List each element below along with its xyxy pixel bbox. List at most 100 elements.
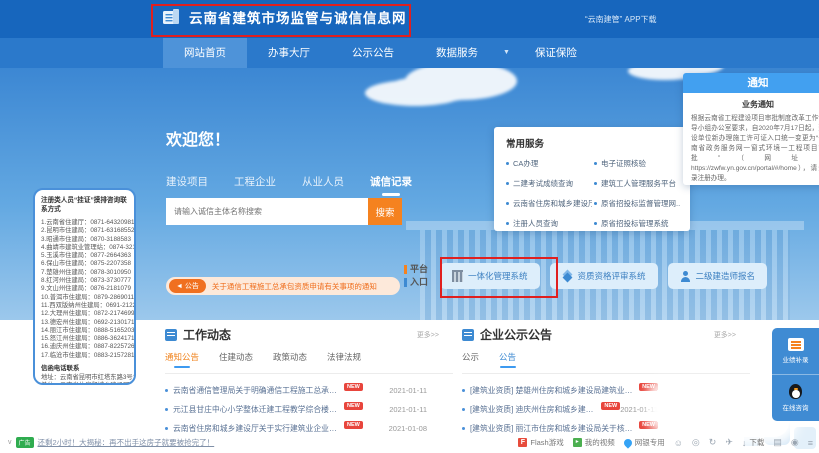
work-trends-more-link[interactable]: 更多>> bbox=[417, 330, 453, 340]
search-category-tabs: 建设项目 工程企业 从业人员 诚信记录 bbox=[166, 174, 412, 196]
constructor-registration-label: 二级建造师报名 bbox=[695, 271, 756, 281]
phone-line: 9.文山州住建局：0876-2181079 bbox=[41, 285, 131, 293]
news-title[interactable]: 云南省住房和城乡建设厅关于实行建筑业企业资质和部分从业... bbox=[173, 423, 341, 434]
news-title[interactable]: [建筑业资质] 迪庆州住房和城乡建设局关于核准第34批建筑业... bbox=[470, 404, 598, 415]
toolbar-smiley-icon[interactable]: ☺ bbox=[674, 438, 683, 448]
new-badge: NEW bbox=[344, 401, 363, 410]
nav-item-data-services[interactable]: 数据服务 bbox=[415, 38, 499, 68]
toolbar-target-icon[interactable]: ◉ bbox=[791, 437, 799, 448]
bullet-icon bbox=[165, 427, 168, 430]
nav-item-home[interactable]: 网站首页 bbox=[163, 38, 247, 68]
notice-body: 业务通知 根据云南省工程建设项目审批制度改革工作领导小组办公室要求，自2020年… bbox=[683, 93, 819, 185]
notice-text: 根据云南省工程建设项目审批制度改革工作领导小组办公室要求，自2020年7月17日… bbox=[691, 115, 819, 182]
qualification-review-system-button[interactable]: 资质资格评审系统 bbox=[549, 263, 658, 289]
phone-line: 4.曲靖市建筑业管理站：0874-3210397 bbox=[41, 243, 136, 251]
toolbar-menu-icon[interactable]: ≡ bbox=[808, 438, 813, 448]
app-download-link[interactable]: “云南建管” APP下载 bbox=[585, 14, 657, 25]
contact-card-title: 注册类人员“挂证”摸排咨询联系方式 bbox=[41, 197, 127, 213]
search-input[interactable] bbox=[166, 198, 368, 225]
blue-bar-icon bbox=[404, 278, 407, 287]
service-link-registered-personnel[interactable]: 注册人员查询 bbox=[506, 218, 592, 229]
phone-line: 17.临沧市住建局：0883-2157281 bbox=[41, 351, 135, 359]
toolbar-grid-icon[interactable]: ▤ bbox=[773, 437, 782, 448]
nav-item-announcements[interactable]: 公示公告 bbox=[331, 38, 415, 68]
contact-subtitle: 信函电话联系 bbox=[41, 365, 80, 373]
erased-watermark-patch bbox=[655, 386, 787, 426]
tab-construction-projects[interactable]: 建设项目 bbox=[166, 174, 208, 196]
nav-item-service-hall[interactable]: 办事大厅 bbox=[247, 38, 331, 68]
document-entry-icon bbox=[787, 338, 804, 351]
tab-publicity[interactable]: 公示 bbox=[462, 351, 479, 373]
work-trends-title: 工作动态 bbox=[183, 328, 232, 342]
news-title[interactable]: 云南省通信管理局关于明确通信工程施工总承包资质申请有关... bbox=[173, 385, 341, 396]
news-title[interactable]: [建筑业资质] 楚雄州住房和城乡建设局建筑业企业资质核准公... bbox=[470, 385, 636, 396]
toolbar-refresh-icon[interactable]: ↻ bbox=[709, 437, 717, 448]
tab-credit-records[interactable]: 诚信记录 bbox=[370, 174, 412, 196]
flash-games-label: Flash游戏 bbox=[530, 438, 564, 447]
service-link-elicense[interactable]: 电子证照核验 bbox=[594, 158, 680, 169]
qq-penguin-icon bbox=[789, 384, 802, 399]
tab-policy-trends[interactable]: 政策动态 bbox=[273, 351, 307, 373]
tab-engineering-enterprises[interactable]: 工程企业 bbox=[234, 174, 276, 196]
notice-subtitle: 业务通知 bbox=[742, 100, 774, 109]
video-icon: ▸ bbox=[572, 438, 582, 447]
announcement-text[interactable]: 关于通信工程施工总承包资质申请有关事项的通知 bbox=[212, 281, 377, 292]
phone-line: 6.保山市住建局：0875-2207358 bbox=[41, 260, 131, 268]
tab-practitioners[interactable]: 从业人员 bbox=[302, 174, 344, 196]
toolbar-circle-icon[interactable]: ◎ bbox=[692, 437, 700, 448]
service-link-worker-platform[interactable]: 建筑工人管理服务平台 bbox=[594, 178, 680, 189]
bullet-icon bbox=[165, 389, 168, 392]
service-link-ca[interactable]: CA办理 bbox=[506, 158, 592, 169]
tab-laws[interactable]: 法律法规 bbox=[327, 351, 361, 373]
list-item[interactable]: 云南省住房和城乡建设厅关于实行建筑业企业资质和部分从业... NEW 2021-… bbox=[165, 419, 453, 438]
toolbar-plane-icon[interactable]: ✈ bbox=[725, 437, 733, 448]
site-logo[interactable]: 云南省建筑市场监管与诚信信息网 bbox=[160, 6, 407, 28]
bullet-icon bbox=[462, 408, 465, 411]
announcement-bar[interactable]: ◄ 公告 关于通信工程施工总承包资质申请有关事项的通知 bbox=[166, 277, 400, 295]
news-title[interactable]: 元江县甘庄中心小学整体迁建工程教学综合楼施工招标终止公告 bbox=[173, 404, 341, 415]
phone-line: 13.德宏州住建局：0692-2130171 bbox=[41, 318, 135, 326]
service-link-mohurd[interactable]: 云南省住房和城乡建设厅 bbox=[506, 198, 592, 209]
qualification-review-system-label: 资质资格评审系统 bbox=[577, 271, 646, 281]
performance-entry-widget[interactable]: 业绩补录 bbox=[772, 328, 819, 374]
tab-notices[interactable]: 通知公告 bbox=[165, 351, 199, 373]
online-consult-widget[interactable]: 在线咨询 bbox=[772, 374, 819, 421]
work-trends-header: 工作动态 更多>> bbox=[165, 326, 453, 343]
droplet-icon bbox=[622, 436, 634, 449]
new-badge: NEW bbox=[601, 401, 621, 410]
platform-label-line1: 平台 bbox=[410, 264, 429, 274]
download-button[interactable]: ↓ 下载 bbox=[742, 437, 765, 448]
collapse-arrow-icon[interactable]: v bbox=[8, 439, 12, 446]
my-videos-button[interactable]: ▸ 我的视频 bbox=[572, 437, 615, 448]
list-item[interactable]: 元江县甘庄中心小学整体迁建工程教学综合楼施工招标终止公告 NEW 2021-01… bbox=[165, 400, 453, 419]
ad-ticker-link[interactable]: 还剩2小时！大揭秘：再不出手这房子就要被抢完了！ bbox=[38, 437, 215, 448]
service-link-bid-supervision[interactable]: 原省招投标监督管理网.. bbox=[594, 198, 680, 209]
integrated-management-system-button[interactable]: 一体化管理系统 bbox=[440, 263, 540, 289]
tab-announcement[interactable]: 公告 bbox=[499, 351, 516, 373]
nav-item-guarantee-insurance[interactable]: 保证保险 bbox=[514, 38, 598, 68]
document-icon bbox=[165, 328, 177, 341]
chevron-down-icon[interactable]: ▼ bbox=[499, 38, 514, 68]
service-link-exam-score[interactable]: 二建考试成绩查询 bbox=[506, 178, 592, 189]
platform-label-line2: 入口 bbox=[410, 277, 429, 287]
flash-games-button[interactable]: F Flash游戏 bbox=[518, 437, 564, 448]
new-badge: NEW bbox=[639, 420, 658, 429]
search-button[interactable]: 搜索 bbox=[368, 198, 402, 225]
service-link-bid-system[interactable]: 原省招投标管理系统 bbox=[594, 218, 680, 229]
performance-entry-label: 业绩补录 bbox=[782, 357, 809, 364]
online-banking-button[interactable]: 网银专用 bbox=[622, 436, 665, 449]
constructor-registration-button[interactable]: 二级建造师报名 bbox=[667, 263, 768, 289]
contact-line: 单位：云南省住房和城乡建设厅 bbox=[41, 382, 129, 383]
phone-line: 12.大理州住建局：0872-2174699 bbox=[41, 310, 135, 318]
site-title: 云南省建筑市场监管与诚信信息网 bbox=[189, 11, 407, 26]
enterprise-more-link[interactable]: 更多>> bbox=[714, 330, 750, 340]
footer-ad-ticker: v 广告 还剩2小时！大揭秘：再不出手这房子就要被抢完了！ bbox=[8, 437, 214, 448]
building-logo-icon bbox=[160, 6, 182, 28]
page: 云南省建筑市场监管与诚信信息网 “云南建管” APP下载 网站首页 办事大厅 公… bbox=[0, 0, 819, 453]
news-title[interactable]: [建筑业资质] 丽江市住房和城乡建设局关于核准2020年第十七... bbox=[470, 423, 636, 434]
registered-personnel-contact-card: 注册类人员“挂证”摸排咨询联系方式 1.云南省住建厅：0871-64320981… bbox=[33, 188, 136, 385]
list-item[interactable]: 云南省通信管理局关于明确通信工程施工总承包资质申请有关... NEW 2021-… bbox=[165, 381, 453, 400]
tab-housing-trends[interactable]: 住建动态 bbox=[219, 351, 253, 373]
enterprise-tabs: 公示 公告 bbox=[462, 351, 750, 374]
notice-card: 通知 业务通知 根据云南省工程建设项目审批制度改革工作领导小组办公室要求，自20… bbox=[683, 73, 819, 185]
